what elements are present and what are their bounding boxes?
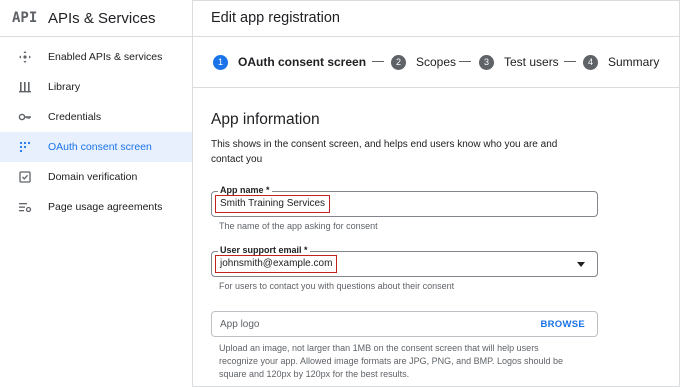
sidebar-item-label: Enabled APIs & services [48, 51, 163, 63]
step-label: OAuth consent screen [238, 55, 367, 69]
sidebar-item-credentials[interactable]: Credentials [0, 102, 192, 132]
step-divider [372, 61, 384, 62]
sidebar-item-enabled-apis[interactable]: Enabled APIs & services [0, 42, 192, 72]
sidebar-nav: Enabled APIs & services Library Credenti… [0, 42, 192, 222]
step-number: 4 [583, 54, 598, 70]
main-content: App information This shows in the consen… [193, 89, 680, 387]
step-number: 3 [479, 54, 494, 70]
sidebar-item-domain-verification[interactable]: Domain verification [0, 162, 192, 192]
step-scopes[interactable]: 2 Scopes [391, 53, 456, 71]
step-number: 2 [391, 54, 406, 70]
apis-icon [19, 51, 31, 63]
step-divider [564, 61, 576, 62]
step-summary[interactable]: 4 Summary [583, 53, 659, 71]
sidebar-item-label: Page usage agreements [48, 201, 163, 213]
checkbox-icon [19, 171, 31, 183]
sidebar-item-label: Credentials [48, 111, 102, 123]
step-label: Scopes [416, 55, 457, 69]
step-label: Summary [608, 55, 660, 69]
key-icon [18, 113, 31, 121]
app-name-value[interactable]: Smith Training Services [215, 195, 331, 213]
user-support-email-label: User support email * [218, 245, 310, 255]
sidebar: API APIs & Services Enabled APIs & servi… [0, 0, 193, 387]
step-label: Test users [504, 55, 559, 69]
app-name-label: App name * [218, 185, 272, 195]
page-title: Edit app registration [211, 10, 340, 26]
app-logo-upload[interactable]: App logo BROWSE [211, 311, 598, 337]
step-oauth-consent-screen[interactable]: 1 OAuth consent screen [213, 53, 366, 71]
app-logo-hint: Upload an image, not larger than 1MB on … [219, 343, 564, 379]
step-number: 1 [213, 54, 228, 70]
sidebar-item-label: Library [48, 81, 81, 93]
settings-list-icon [19, 203, 32, 213]
consent-icon [19, 141, 31, 153]
api-logo: API [12, 10, 38, 26]
stepper: 1 OAuth consent screen 2 Scopes 3 Test u… [193, 38, 680, 88]
sidebar-item-label: Domain verification [48, 171, 138, 183]
browse-button[interactable]: BROWSE [540, 319, 585, 330]
user-support-email-value[interactable]: johnsmith@example.com [215, 255, 338, 273]
section-description: This shows in the consent screen, and he… [211, 139, 558, 165]
section-title: App information [211, 111, 320, 128]
app-name-field[interactable]: App name * Smith Training Services [211, 185, 598, 217]
step-divider [459, 61, 471, 62]
sidebar-title: APIs & Services [48, 10, 156, 27]
user-support-email-select[interactable]: User support email * johnsmith@example.c… [211, 245, 598, 277]
sidebar-header: API APIs & Services [0, 0, 193, 37]
sidebar-item-oauth-consent-screen[interactable]: OAuth consent screen [0, 132, 192, 162]
user-support-email-hint: For users to contact you with questions … [219, 281, 455, 291]
dropdown-arrow-icon[interactable] [577, 262, 585, 267]
library-icon [19, 82, 31, 93]
sidebar-item-page-usage-agreements[interactable]: Page usage agreements [0, 192, 192, 222]
app-logo-placeholder: App logo [220, 319, 260, 330]
sidebar-item-label: OAuth consent screen [48, 141, 152, 153]
app-name-hint: The name of the app asking for consent [219, 221, 378, 231]
step-test-users[interactable]: 3 Test users [479, 53, 559, 71]
sidebar-item-library[interactable]: Library [0, 72, 192, 102]
page-header: Edit app registration [193, 0, 680, 37]
